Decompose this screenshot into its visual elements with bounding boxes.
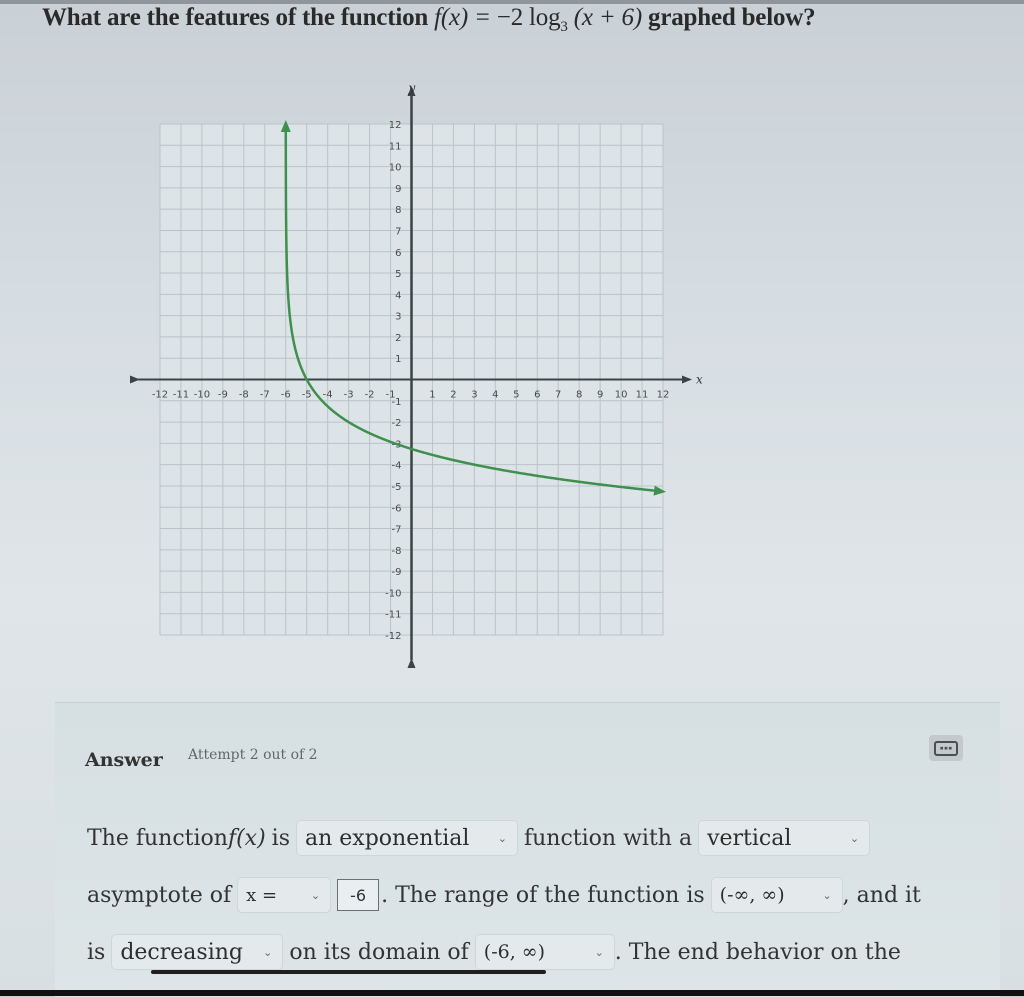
y-tick-label: 1: [395, 354, 401, 365]
x-tick-label: 10: [615, 390, 628, 401]
line1-text-1: The function: [87, 825, 228, 851]
y-tick-label: 5: [395, 269, 401, 280]
y-tick-label: -12: [385, 631, 401, 642]
x-tick-label: -2: [365, 390, 375, 401]
y-tick-label: 8: [395, 205, 401, 216]
asymptote-value-input[interactable]: -6: [337, 879, 380, 911]
asymptote-variable-value: x =: [246, 884, 278, 906]
domain-value: (-6, ∞): [483, 941, 546, 963]
y-tick-label: 9: [395, 184, 401, 195]
y-tick-label: 10: [389, 163, 402, 174]
answer-title: Answer: [85, 749, 163, 771]
bottom-bezel: [0, 990, 1024, 996]
y-tick-label: -8: [392, 546, 402, 557]
y-tick-label: -1: [392, 397, 402, 408]
y-tick-label: -2: [392, 418, 402, 429]
y-tick-label: 6: [395, 248, 401, 259]
answer-panel: Answer Attempt 2 out of 2 ▪▪▪ The functi…: [55, 702, 1000, 997]
y-tick-label: -11: [385, 610, 401, 621]
y-tick-label: -5: [392, 482, 402, 493]
range-select[interactable]: (-∞, ∞) ⌄: [710, 877, 843, 913]
asymptote-variable-select[interactable]: x = ⌄: [237, 877, 332, 913]
x-tick-label: 6: [534, 390, 540, 401]
x-tick-label: 12: [657, 390, 670, 401]
line1-math: f(x): [227, 825, 266, 851]
function-graph: xy -12 -11 -10 -9 -8 -7 -6 -5 -4 -3 -2 -1 1 2 3 4 5 6 7 8 9 1…: [130, 81, 703, 668]
answer-line-1: The function f(x) is an exponential ⌄ fu…: [87, 820, 876, 856]
range-value: (-∞, ∞): [719, 884, 785, 906]
attempt-counter: Attempt 2 out of 2: [188, 747, 318, 763]
y-tick-label: 11: [389, 141, 402, 152]
asymptote-kind-select[interactable]: vertical ⌄: [698, 820, 871, 856]
keyboard-icon: ▪▪▪: [934, 740, 958, 756]
x-tick-label: -12: [152, 390, 168, 401]
monotonic-value: decreasing: [120, 939, 243, 965]
x-tick-label: -7: [260, 390, 270, 401]
function-type-value: an exponential: [305, 825, 470, 851]
x-tick-label: 11: [636, 390, 649, 401]
x-tick-label: -8: [239, 390, 249, 401]
chevron-down-icon: ⌄: [310, 888, 321, 902]
asymptote-kind-value: vertical: [707, 825, 792, 851]
y-tick-label: -10: [385, 588, 401, 599]
line3-text-1: is: [87, 939, 106, 965]
x-tick-label: 2: [450, 390, 456, 401]
y-tick-label: -9: [392, 567, 402, 578]
y-tick-label: -7: [392, 525, 402, 536]
line2-text-3: , and it: [842, 882, 921, 908]
x-tick-label: 9: [597, 390, 603, 401]
y-tick-label: 3: [395, 312, 401, 323]
x-tick-label: 1: [429, 390, 435, 401]
y-tick-label: 7: [395, 226, 401, 237]
x-tick-label: -10: [194, 390, 210, 401]
line1-text-3: function with a: [524, 825, 693, 851]
x-tick-label: -11: [173, 390, 189, 401]
y-axis-label: y: [408, 81, 416, 95]
x-tick-label: 4: [492, 390, 498, 401]
keypad-button[interactable]: ▪▪▪: [929, 735, 963, 761]
x-tick-label: -9: [218, 390, 228, 401]
chevron-down-icon: ⌄: [822, 888, 832, 902]
x-tick-label: 7: [555, 390, 561, 401]
chevron-down-icon: ⌄: [497, 831, 507, 845]
line3-text-2: on its domain of: [289, 939, 469, 965]
x-tick-label: -3: [344, 390, 354, 401]
y-tick-label: 4: [395, 290, 401, 301]
function-type-select[interactable]: an exponential ⌄: [296, 820, 518, 856]
chevron-down-icon: ⌄: [594, 945, 604, 959]
x-tick-label: -5: [302, 390, 312, 401]
y-tick-label: -4: [392, 461, 402, 472]
line3-text-3: . The end behavior on the: [614, 939, 901, 965]
x-tick-label: -4: [323, 390, 333, 401]
y-tick-label: 12: [389, 120, 402, 131]
y-tick-label: 2: [395, 333, 401, 344]
x-tick-label: 5: [513, 390, 519, 401]
y-tick-label: -6: [392, 503, 402, 514]
monotonic-select[interactable]: decreasing ⌄: [111, 934, 284, 970]
chevron-down-icon: ⌄: [849, 831, 860, 845]
x-tick-label: -6: [281, 390, 291, 401]
line2-text-1: asymptote of: [87, 882, 232, 908]
answer-line-3: is decreasing ⌄ on its domain of (-6, ∞)…: [87, 934, 901, 970]
chevron-down-icon: ⌄: [263, 945, 273, 959]
line1-text-2: is: [271, 825, 290, 851]
line2-text-2: . The range of the function is: [381, 882, 705, 908]
x-axis-label: x: [696, 373, 703, 387]
domain-select[interactable]: (-6, ∞) ⌄: [474, 934, 615, 970]
x-tick-label: 3: [471, 390, 477, 401]
answer-line-2: asymptote of x = ⌄ -6 . The range of the…: [87, 877, 921, 913]
x-tick-label: 8: [576, 390, 582, 401]
pen-underline-mark: [151, 970, 546, 974]
